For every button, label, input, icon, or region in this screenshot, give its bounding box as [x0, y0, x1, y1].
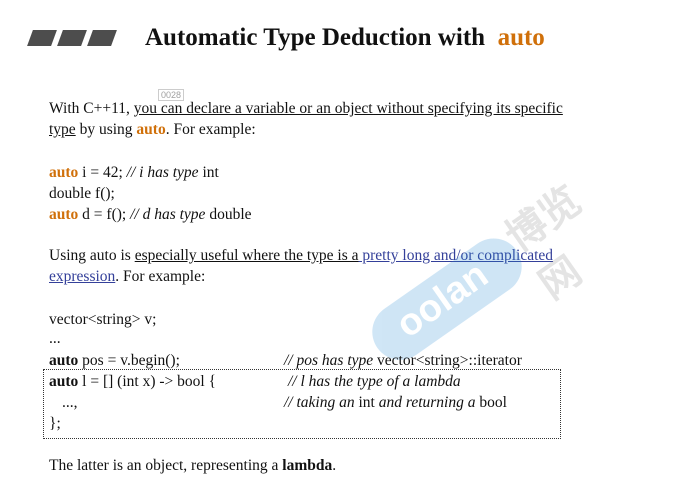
comment-type: int: [354, 394, 379, 411]
code-line-2: double f();: [49, 183, 115, 204]
text: . For example:: [165, 121, 256, 138]
link-text[interactable]: pretty long and/or complicated: [359, 247, 553, 264]
title-keyword: auto: [497, 24, 545, 51]
code2-line-5-comment: // taking an int and returning a bool: [284, 392, 507, 413]
comment-italic: has type: [147, 164, 199, 181]
comment: // d: [130, 206, 155, 223]
paragraph-3: The latter is an object, representing a …: [49, 455, 336, 476]
code-text: };: [49, 415, 61, 432]
code-text: i = 42;: [78, 164, 127, 181]
code2-line-4-comment: // l has the type of a lambda: [288, 371, 461, 392]
comment-italic: has the type of a lambda: [308, 373, 461, 390]
code-text: vector<string> v;: [49, 311, 157, 328]
code-text: double f();: [49, 185, 115, 202]
comment: //: [284, 394, 297, 411]
keyword-auto: auto: [49, 373, 79, 390]
code-text: l = [] (int x) -> bool {: [78, 373, 217, 390]
text: With C++11,: [49, 100, 134, 117]
paragraph-2-line-1: Using auto is especially useful where th…: [49, 245, 553, 266]
code2-line-3-comment: // pos has type vector<string>::iterator: [284, 350, 522, 371]
code-text: pos = v.begin();: [78, 352, 180, 369]
comment: // i: [126, 164, 148, 181]
code-line-3: auto d = f(); // d has type double: [49, 204, 252, 225]
text: .: [332, 457, 337, 474]
watermark-logo-text: oolan: [388, 253, 496, 347]
link-text[interactable]: expression: [49, 268, 115, 285]
page-title: Automatic Type Deduction with auto: [145, 24, 545, 52]
text: . For example:: [115, 268, 206, 285]
code2-line-5: ...,: [62, 392, 78, 413]
code2-line-6: };: [49, 413, 61, 434]
keyword-auto: auto: [136, 121, 166, 138]
underlined-text: you can declare a variable or an object …: [133, 100, 563, 117]
comment-italic: and returning a: [378, 394, 476, 411]
code-line-1: auto i = 42; // i has type int: [49, 162, 219, 183]
code2-line-3: auto pos = v.begin();: [49, 350, 180, 371]
code-text: ...,: [62, 394, 78, 411]
bold-text: lambda: [282, 457, 333, 474]
paragraph-1-line-1: With C++11, you can declare a variable o…: [49, 98, 563, 119]
code-text: ...: [49, 330, 61, 347]
keyword-auto: auto: [49, 164, 79, 181]
comment: // l: [288, 373, 309, 390]
code2-line-2: ...: [49, 328, 61, 349]
code2-line-4: auto l = [] (int x) -> bool {: [49, 371, 216, 392]
comment-type: double: [205, 206, 252, 223]
text: The latter is an object, representing a: [49, 457, 283, 474]
comment-type: bool: [475, 394, 507, 411]
watermark-cn-text: 博览网: [497, 177, 591, 309]
comment-type: int: [198, 164, 219, 181]
comment: // pos: [284, 352, 322, 369]
text: by using: [75, 121, 137, 138]
comment-italic: taking an: [296, 394, 355, 411]
comment-type: vector<string>::iterator: [373, 352, 522, 369]
comment-italic: has type: [321, 352, 374, 369]
paragraph-2-line-2: expression. For example:: [49, 266, 205, 287]
title-prefix: Automatic Type Deduction with: [145, 24, 486, 51]
underlined-text: especially useful where the type is a: [134, 247, 359, 264]
code2-line-1: vector<string> v;: [49, 309, 156, 330]
text: Using auto is: [49, 247, 135, 264]
paragraph-1-line-2: type by using auto. For example:: [49, 119, 256, 140]
keyword-auto: auto: [49, 352, 79, 369]
comment-italic: has type: [154, 206, 206, 223]
keyword-auto: auto: [49, 206, 79, 223]
underlined-text: type: [49, 121, 76, 138]
code-text: d = f();: [78, 206, 131, 223]
